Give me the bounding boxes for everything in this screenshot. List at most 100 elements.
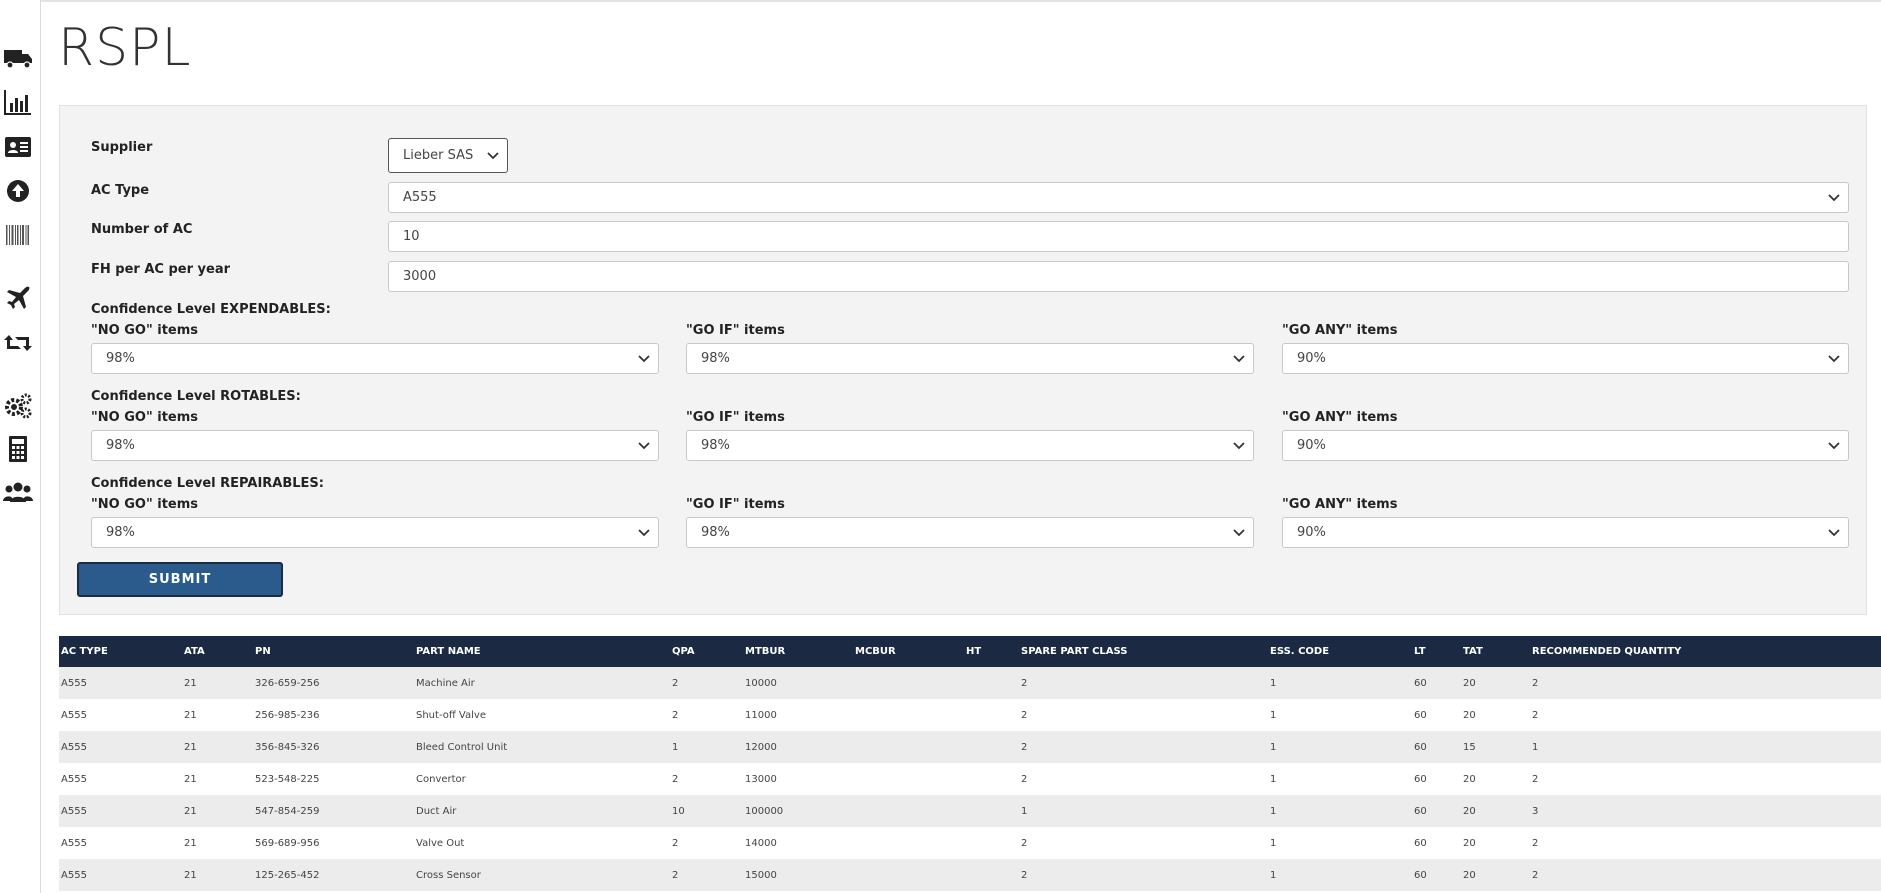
table-cell: 20 [1461,795,1530,827]
col-header-qpa[interactable]: QPA [670,636,743,667]
table-cell: Bleed Control Unit [414,731,670,763]
results-table: AC TYPE ATA PN PART NAME QPA MTBUR MCBUR… [59,636,1881,891]
chevron-down-icon [638,441,650,449]
table-cell: 21 [182,731,253,763]
col-header-spare-part-class[interactable]: SPARE PART CLASS [1019,636,1268,667]
table-cell: 2 [670,667,743,699]
rotables-go-any-label: "GO ANY" items [1282,410,1398,425]
rotables-no-go-value: 98% [106,438,135,453]
col-header-mtbur[interactable]: MTBUR [743,636,853,667]
rotables-group-label: Confidence Level ROTABLES: [91,389,301,404]
table-cell: 1 [1268,859,1412,891]
id-card-icon[interactable] [2,131,34,163]
table-row[interactable]: A555 21 356-845-326 Bleed Control Unit 1 1200… [59,731,1881,763]
barcode-icon[interactable] [2,219,34,251]
table-cell: 2 [1530,859,1881,891]
table-cell: 11000 [743,699,853,731]
expendables-no-go-label: "NO GO" items [91,323,199,338]
top-border [0,0,1881,2]
table-cell: 10 [670,795,743,827]
col-header-part-name[interactable]: PART NAME [414,636,670,667]
chevron-down-icon [1828,354,1840,362]
plane-icon[interactable] [2,282,34,314]
calculator-icon[interactable] [2,433,34,465]
table-cell [853,763,964,795]
repairables-go-any-select[interactable]: 90% [1282,517,1849,548]
expendables-go-any-select[interactable]: 90% [1282,343,1849,374]
table-cell: 569-689-956 [253,827,414,859]
table-row[interactable]: A555 21 523-548-225 Convertor 2 13000 2 1 60 20 2 [59,763,1881,795]
repairables-no-go-select[interactable]: 98% [91,517,659,548]
fh-per-ac-input[interactable]: 3000 [388,261,1849,292]
table-row[interactable]: A555 21 569-689-956 Valve Out 2 14000 2 1 60 20 2 [59,827,1881,859]
ac-type-select[interactable]: A555 [388,182,1849,213]
table-cell: Machine Air [414,667,670,699]
col-header-lt[interactable]: LT [1412,636,1461,667]
supplier-value: Lieber SAS [403,148,474,163]
table-cell: 2 [670,827,743,859]
rotables-go-if-select[interactable]: 98% [686,430,1254,461]
col-header-tat[interactable]: TAT [1461,636,1530,667]
col-header-recommended-quantity[interactable]: RECOMMENDED QUANTITY [1530,636,1881,667]
chevron-down-icon [638,354,650,362]
repairables-no-go-label: "NO GO" items [91,497,199,512]
table-cell: 1 [1268,795,1412,827]
repairables-go-if-select[interactable]: 98% [686,517,1254,548]
repairables-go-if-label: "GO IF" items [686,497,785,512]
table-cell [853,731,964,763]
ac-type-value: A555 [403,190,437,205]
truck-icon[interactable] [2,41,34,73]
col-header-ac-type[interactable]: AC TYPE [59,636,182,667]
supplier-select[interactable]: Lieber SAS [388,138,508,173]
table-cell: 15000 [743,859,853,891]
table-cell: 2 [1019,859,1268,891]
table-cell [964,859,1019,891]
table-cell: 326-659-256 [253,667,414,699]
repairables-no-go-value: 98% [106,525,135,540]
bar-chart-icon[interactable] [2,86,34,118]
table-cell: Valve Out [414,827,670,859]
users-icon[interactable] [2,476,34,508]
num-ac-input[interactable]: 10 [388,221,1849,252]
table-cell: 21 [182,859,253,891]
rotables-go-if-value: 98% [701,438,730,453]
col-header-ess-code[interactable]: ESS. CODE [1268,636,1412,667]
table-cell: 21 [182,827,253,859]
table-cell: Convertor [414,763,670,795]
col-header-ht[interactable]: HT [964,636,1019,667]
table-cell: 125-265-452 [253,859,414,891]
col-header-ata[interactable]: ATA [182,636,253,667]
col-header-pn[interactable]: PN [253,636,414,667]
chevron-down-icon [1828,528,1840,536]
submit-button[interactable]: SUBMIT [77,562,283,597]
table-cell [964,795,1019,827]
table-cell: A555 [59,699,182,731]
expendables-no-go-select[interactable]: 98% [91,343,659,374]
table-cell: 1 [1268,827,1412,859]
upload-circle-icon[interactable] [2,175,34,207]
table-cell: 1 [1268,763,1412,795]
table-cell: 1 [1268,667,1412,699]
table-cell: Shut-off Valve [414,699,670,731]
col-header-mcbur[interactable]: MCBUR [853,636,964,667]
rotables-go-any-select[interactable]: 90% [1282,430,1849,461]
table-row[interactable]: A555 21 547-854-259 Duct Air 10 100000 1 1 60 20 3 [59,795,1881,827]
rotables-no-go-label: "NO GO" items [91,410,199,425]
table-cell [853,699,964,731]
gears-icon[interactable] [2,389,34,421]
repairables-go-if-value: 98% [701,525,730,540]
table-cell: 547-854-259 [253,795,414,827]
table-row[interactable]: A555 21 256-985-236 Shut-off Valve 2 11000 2 1 6… [59,699,1881,731]
table-cell: 60 [1412,667,1461,699]
table-row[interactable]: A555 21 326-659-256 Machine Air 2 10000 2 1 60 20… [59,667,1881,699]
rotables-go-any-value: 90% [1297,438,1326,453]
chevron-down-icon [1233,441,1245,449]
table-cell: 60 [1412,763,1461,795]
table-cell: 20 [1461,763,1530,795]
table-cell: 15 [1461,731,1530,763]
rotables-no-go-select[interactable]: 98% [91,430,659,461]
table-row[interactable]: A555 21 125-265-452 Cross Sensor 2 15000 2 1 60 2… [59,859,1881,891]
retweet-icon[interactable] [2,327,34,359]
table-cell: 60 [1412,731,1461,763]
expendables-go-if-select[interactable]: 98% [686,343,1254,374]
